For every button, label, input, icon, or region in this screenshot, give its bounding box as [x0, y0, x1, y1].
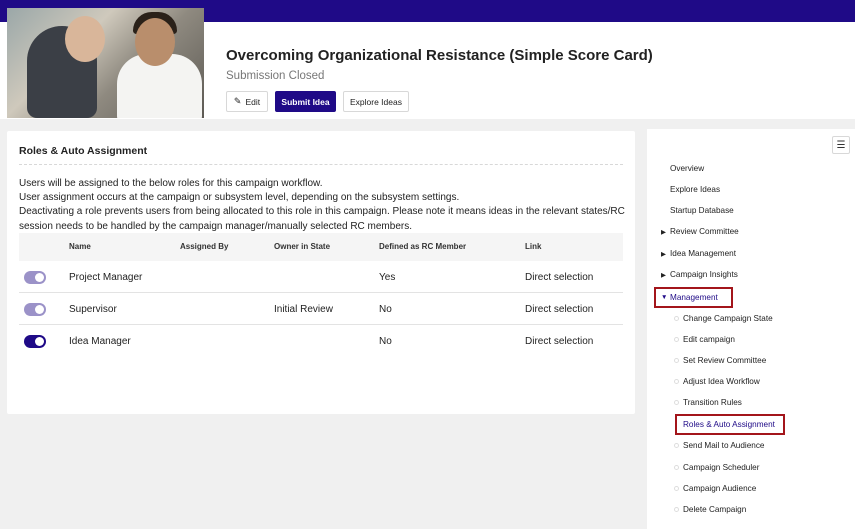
edit-button[interactable]: ✎ Edit: [226, 91, 268, 112]
sidebar-subitem-edit-campaign[interactable]: Edit campaign: [674, 335, 735, 344]
sidebar-subitem-roles-auto-assignment[interactable]: Roles & Auto Assignment: [683, 420, 775, 429]
link: Direct selection: [525, 336, 594, 347]
sidebar-item-campaign-insights[interactable]: ▶ Campaign Insights: [661, 270, 738, 279]
caret-down-icon: ▼: [661, 294, 668, 301]
sidebar-subitem-campaign-scheduler[interactable]: Campaign Scheduler: [674, 463, 760, 472]
roles-panel: Roles & Auto Assignment Users will be as…: [7, 131, 635, 414]
campaign-title: Overcoming Organizational Resistance (Si…: [226, 47, 653, 64]
role-toggle[interactable]: [24, 271, 46, 284]
rc-member: No: [379, 336, 392, 347]
rc-member: No: [379, 304, 392, 315]
caret-right-icon: ▶: [661, 251, 666, 258]
divider: [19, 164, 623, 165]
explore-ideas-button[interactable]: Explore Ideas: [343, 91, 409, 112]
submit-idea-button[interactable]: Submit Idea: [275, 91, 336, 112]
pencil-icon: ✎: [233, 96, 242, 106]
caret-right-icon: ▶: [661, 272, 666, 279]
sidebar-subitem-label: Adjust Idea Workflow: [683, 377, 760, 386]
description-line: Deactivating a role prevents users from …: [19, 206, 625, 217]
sidebar-item-overview[interactable]: Overview: [670, 164, 704, 173]
edit-button-label: Edit: [245, 96, 261, 107]
sidebar-subitem-label: Campaign Scheduler: [683, 463, 760, 472]
sidebar-subitem-send-mail[interactable]: Send Mail to Audience: [674, 441, 765, 450]
rc-member: Yes: [379, 272, 396, 283]
table-header: Name Assigned By Owner in State Defined …: [19, 233, 623, 261]
column-header-assigned-by: Assigned By: [180, 242, 229, 251]
column-header-rc-member: Defined as RC Member: [379, 242, 467, 251]
sidebar-item-review-committee[interactable]: ▶ Review Committee: [661, 227, 739, 236]
role-toggle[interactable]: [24, 303, 46, 316]
owner-in-state: Initial Review: [274, 304, 333, 315]
description-line: Users will be assigned to the below role…: [19, 178, 323, 189]
sidebar-subitem-campaign-audience[interactable]: Campaign Audience: [674, 484, 757, 493]
description-line: session needs to be handled by the campa…: [19, 221, 412, 232]
sidebar: ☰ Overview Explore Ideas Startup Databas…: [647, 129, 855, 529]
role-name: Project Manager: [69, 272, 143, 283]
sidebar-subitem-label: Delete Campaign: [683, 505, 747, 514]
campaign-status: Submission Closed: [226, 70, 325, 82]
sidebar-subitem-change-campaign-state[interactable]: Change Campaign State: [674, 314, 773, 323]
role-name: Idea Manager: [69, 336, 131, 347]
table-row: Supervisor Initial Review No Direct sele…: [19, 293, 623, 325]
sidebar-subitem-adjust-idea-workflow[interactable]: Adjust Idea Workflow: [674, 377, 760, 386]
campaign-image: [7, 8, 204, 118]
sidebar-item-label: Idea Management: [670, 249, 736, 258]
sidebar-subitem-label: Change Campaign State: [683, 314, 773, 323]
sidebar-subitem-label: Transition Rules: [683, 398, 742, 407]
sidebar-subitem-transition-rules[interactable]: Transition Rules: [674, 398, 742, 407]
sidebar-subitem-label: Roles & Auto Assignment: [683, 420, 775, 429]
sidebar-subitem-label: Campaign Audience: [683, 484, 757, 493]
link: Direct selection: [525, 304, 594, 315]
role-name: Supervisor: [69, 304, 117, 315]
sidebar-item-management[interactable]: ▼ Management: [661, 293, 718, 302]
sidebar-subitem-set-review-committee[interactable]: Set Review Committee: [674, 356, 767, 365]
role-toggle[interactable]: [24, 335, 46, 348]
sidebar-item-label: Campaign Insights: [670, 270, 738, 279]
sidebar-subitem-label: Set Review Committee: [683, 356, 767, 365]
column-header-link: Link: [525, 242, 542, 251]
panel-title: Roles & Auto Assignment: [19, 145, 148, 157]
sidebar-item-label: Review Committee: [670, 227, 739, 236]
sidebar-subitem-label: Send Mail to Audience: [683, 441, 765, 450]
link: Direct selection: [525, 272, 594, 283]
table-row: Idea Manager No Direct selection: [19, 325, 623, 357]
hamburger-icon[interactable]: ☰: [832, 136, 850, 154]
column-header-name: Name: [69, 242, 91, 251]
sidebar-subitem-delete-campaign[interactable]: Delete Campaign: [674, 505, 747, 514]
column-header-owner: Owner in State: [274, 242, 331, 251]
table-row: Project Manager Yes Direct selection: [19, 261, 623, 293]
description-line: User assignment occurs at the campaign o…: [19, 192, 460, 203]
sidebar-item-idea-management[interactable]: ▶ Idea Management: [661, 249, 736, 258]
roles-table: Name Assigned By Owner in State Defined …: [19, 233, 623, 357]
caret-right-icon: ▶: [661, 229, 666, 236]
sidebar-subitem-label: Edit campaign: [683, 335, 735, 344]
sidebar-item-label: Management: [670, 293, 718, 302]
sidebar-item-startup-database[interactable]: Startup Database: [670, 206, 734, 215]
sidebar-item-explore-ideas[interactable]: Explore Ideas: [670, 185, 720, 194]
